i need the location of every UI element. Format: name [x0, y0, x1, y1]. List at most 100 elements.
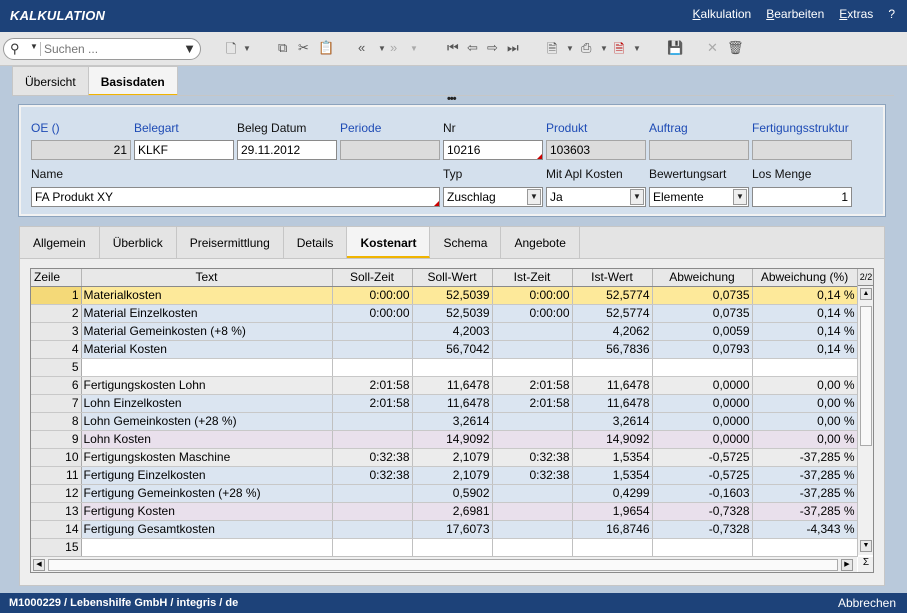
menu-extras[interactable]: Extras: [839, 7, 873, 21]
column-header-soll-zeit[interactable]: Soll-Zeit: [332, 269, 413, 287]
table-cell[interactable]: 0:00:00: [492, 286, 573, 305]
table-cell[interactable]: -37,285 %: [752, 466, 858, 485]
table-cell[interactable]: Fertigung Gemeinkosten (+28 %): [81, 484, 333, 503]
table-row[interactable]: 13 Fertigung Kosten 2,6981 1,9654 -0,7328 -37…: [31, 502, 858, 521]
column-header-abweichung[interactable]: Abweichung: [652, 269, 753, 287]
table-cell[interactable]: 2,1079: [412, 466, 493, 485]
table-cell[interactable]: 0,0059: [652, 322, 753, 341]
table-cell[interactable]: 11,6478: [572, 376, 653, 395]
table-cell[interactable]: 3,2614: [412, 412, 493, 431]
table-cell[interactable]: 56,7836: [572, 340, 653, 359]
table-cell[interactable]: -0,5725: [652, 448, 753, 467]
table-cell[interactable]: [492, 358, 573, 377]
table-cell[interactable]: Materialkosten: [81, 286, 333, 305]
mitapl-dropdown-icon[interactable]: ▼: [630, 189, 644, 205]
table-cell[interactable]: 0,0000: [652, 394, 753, 413]
table-row[interactable]: 11 Fertigung Einzelkosten 0:32:38 2,1079 0:3…: [31, 466, 858, 485]
sum-icon[interactable]: Σ: [858, 557, 873, 572]
table-cell[interactable]: -4,343 %: [752, 520, 858, 539]
table-cell[interactable]: 0,0000: [652, 412, 753, 431]
losmenge-field[interactable]: 1: [752, 187, 852, 207]
table-cell[interactable]: Lohn Kosten: [81, 430, 333, 449]
belegart-label[interactable]: Belegart: [134, 121, 179, 135]
periode-label[interactable]: Periode: [340, 121, 381, 135]
table-cell[interactable]: Fertigungskosten Maschine: [81, 448, 333, 467]
table-cell[interactable]: 4: [31, 340, 82, 359]
column-header-soll-wert[interactable]: Soll-Wert: [412, 269, 493, 287]
bewertungsart-dropdown-icon[interactable]: ▼: [733, 189, 747, 205]
cancel-icon[interactable]: ✕: [707, 40, 718, 56]
next-record-icon[interactable]: ⇨: [487, 40, 498, 56]
paste-icon[interactable]: 📋: [318, 40, 334, 56]
table-cell[interactable]: 0:32:38: [492, 466, 573, 485]
filter-icon[interactable]: ▼: [183, 41, 196, 56]
tab-basisdaten[interactable]: Basisdaten: [87, 66, 178, 96]
table-cell[interactable]: 15: [31, 538, 82, 557]
table-row[interactable]: 8 Lohn Gemeinkosten (+28 %) 3,2614 3,2614 0,…: [31, 412, 858, 431]
scroll-right-icon[interactable]: ▶: [841, 559, 853, 571]
belegdatum-field[interactable]: 29.11.2012: [237, 140, 337, 160]
table-cell[interactable]: Fertigungskosten Lohn: [81, 376, 333, 395]
table-cell[interactable]: [81, 538, 333, 557]
table-cell[interactable]: 11,6478: [572, 394, 653, 413]
table-row[interactable]: 9 Lohn Kosten 14,9092 14,9092 0,0000 0,00 %: [31, 430, 858, 449]
table-cell[interactable]: 0,5902: [412, 484, 493, 503]
table-cell[interactable]: 8: [31, 412, 82, 431]
produkt-field[interactable]: 103603: [546, 140, 646, 160]
scroll-down-icon[interactable]: ▼: [860, 540, 872, 552]
table-cell[interactable]: [572, 358, 653, 377]
menu-help[interactable]: ?: [888, 7, 895, 21]
oe-field[interactable]: 21: [31, 140, 131, 160]
table-cell[interactable]: 0,14 %: [752, 286, 858, 305]
tab-allgemein[interactable]: Allgemein: [20, 227, 100, 258]
new-dropdown-icon[interactable]: ▼: [243, 44, 251, 53]
table-cell[interactable]: 11,6478: [412, 394, 493, 413]
splitter-handle[interactable]: •••: [447, 93, 457, 105]
typ-select[interactable]: Zuschlag ▼: [443, 187, 543, 207]
table-cell[interactable]: 0,4299: [572, 484, 653, 503]
table-cell[interactable]: 14,9092: [412, 430, 493, 449]
table-row[interactable]: 1 Materialkosten 0:00:00 52,5039 0:00:00 52,5…: [31, 286, 858, 305]
table-cell[interactable]: [412, 538, 493, 557]
table-cell[interactable]: 2:01:58: [332, 376, 413, 395]
tab-preisermittlung[interactable]: Preisermittlung: [176, 227, 284, 258]
periode-field[interactable]: [340, 140, 440, 160]
last-record-icon[interactable]: ⏭: [507, 40, 519, 56]
table-cell[interactable]: 16,8746: [572, 520, 653, 539]
cut-icon[interactable]: ✂: [298, 40, 309, 56]
table-cell[interactable]: 2,1079: [412, 448, 493, 467]
table-cell[interactable]: 0,0735: [652, 286, 753, 305]
table-cell[interactable]: 52,5039: [412, 286, 493, 305]
table-cell[interactable]: [332, 484, 413, 503]
tab-ueberblick[interactable]: Überblick: [99, 227, 177, 258]
horizontal-scroll-thumb[interactable]: [48, 559, 838, 571]
table-row[interactable]: 5: [31, 358, 858, 377]
table-cell[interactable]: 11: [31, 466, 82, 485]
table-row[interactable]: 3 Material Gemeinkosten (+8 %) 4,2003 4,206…: [31, 322, 858, 341]
table-cell[interactable]: 1,9654: [572, 502, 653, 521]
table-cell[interactable]: 14: [31, 520, 82, 539]
search-icon[interactable]: ⚲: [10, 41, 20, 57]
table-cell[interactable]: Material Gemeinkosten (+8 %): [81, 322, 333, 341]
table-cell[interactable]: [752, 538, 858, 557]
table-cell[interactable]: 17,6073: [412, 520, 493, 539]
table-row[interactable]: 2 Material Einzelkosten 0:00:00 52,5039 0:00…: [31, 304, 858, 323]
table-cell[interactable]: Fertigung Einzelkosten: [81, 466, 333, 485]
table-cell[interactable]: 2,6981: [412, 502, 493, 521]
table-cell[interactable]: Lohn Einzelkosten: [81, 394, 333, 413]
table-cell[interactable]: [492, 412, 573, 431]
search-input[interactable]: [44, 41, 174, 57]
table-cell[interactable]: [332, 322, 413, 341]
table-cell[interactable]: 9: [31, 430, 82, 449]
table-cell[interactable]: 0,00 %: [752, 430, 858, 449]
table-cell[interactable]: [492, 502, 573, 521]
tab-angebote[interactable]: Angebote: [501, 227, 580, 258]
scroll-up-icon[interactable]: ▲: [860, 288, 872, 300]
table-cell[interactable]: 3,2614: [572, 412, 653, 431]
table-cell[interactable]: 2:01:58: [332, 394, 413, 413]
table-cell[interactable]: [332, 502, 413, 521]
table-cell[interactable]: -37,285 %: [752, 484, 858, 503]
table-cell[interactable]: 5: [31, 358, 82, 377]
print-icon[interactable]: ⎙: [581, 40, 591, 56]
tab-kostenart[interactable]: Kostenart: [347, 227, 431, 258]
